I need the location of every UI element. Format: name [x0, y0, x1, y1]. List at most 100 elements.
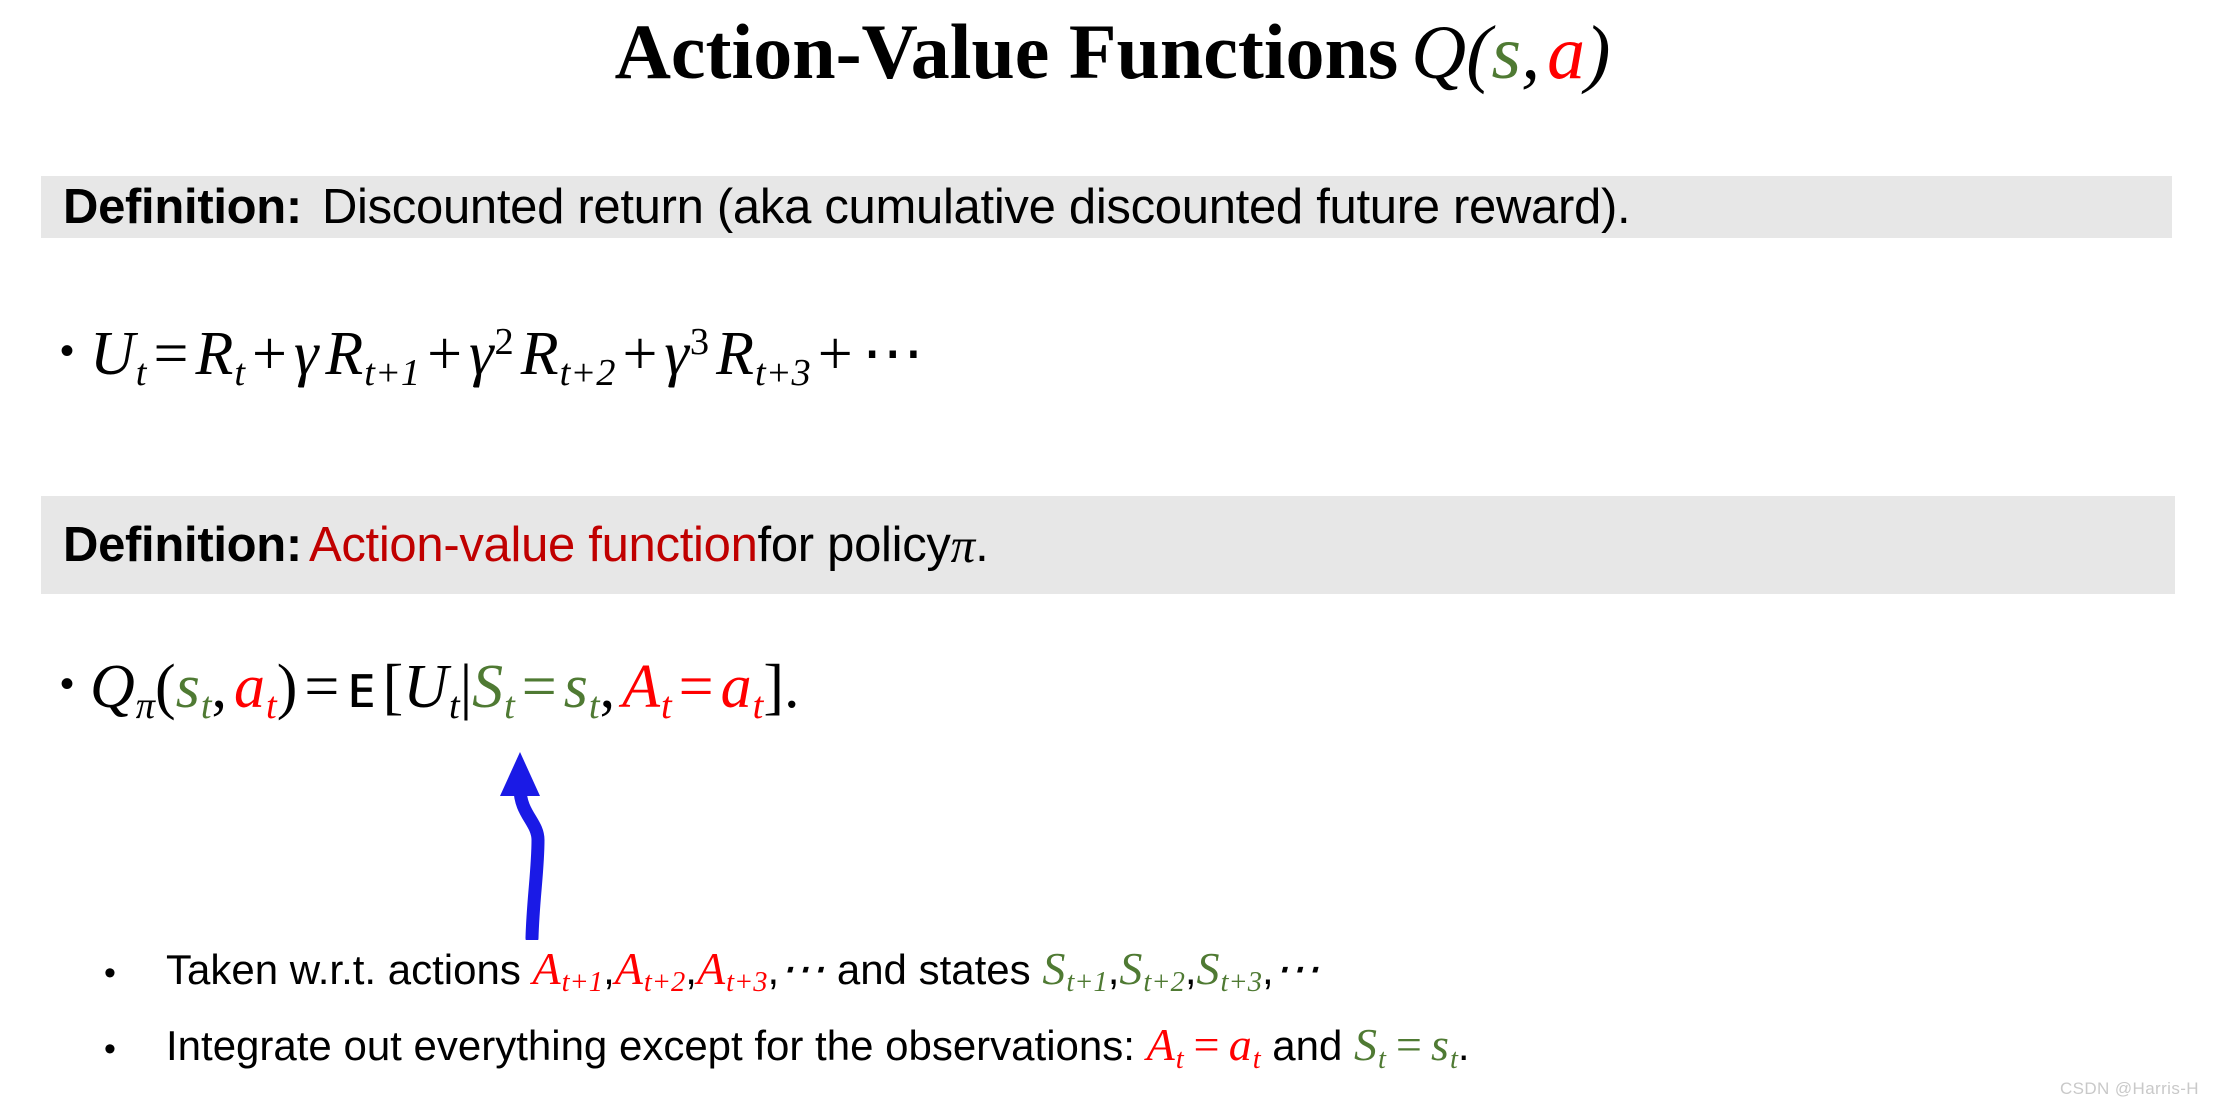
title-state-symbol: s — [1491, 11, 1522, 95]
note-2-content: Integrate out everything except for the … — [166, 1014, 1470, 1090]
watermark: CSDN @Harris-H — [2059, 1079, 2199, 1098]
definition-label-2: Definition: — [63, 518, 302, 572]
formula2-action-value-a-subscript: t — [752, 684, 764, 727]
note-1-comma-1: , — [603, 946, 615, 993]
definition-band-action-value-function: Definition: Action-value function for po… — [41, 496, 2175, 594]
formula2-U-subscript: t — [449, 684, 460, 727]
note-1-comma-4: , — [1107, 946, 1120, 993]
formula1-gamma-3-exponent: 3 — [689, 321, 710, 363]
formula1-equals: = — [153, 319, 189, 388]
note-2-prefix: Integrate out everything except for the … — [166, 1022, 1147, 1070]
note-1-state-2: St+2 — [1119, 943, 1185, 999]
formula1-R1-subscript: t+1 — [364, 351, 421, 394]
expectation-pointer-arrow-icon — [500, 752, 545, 940]
formula2-action-value-a: a — [720, 653, 752, 721]
formula2-action-equals: = — [678, 653, 714, 721]
note-1-state-3: St+3 — [1196, 943, 1262, 999]
note-2-equals-1: = — [1190, 1019, 1222, 1071]
definition-text-1: Discounted return (aka cumulative discou… — [321, 180, 1631, 234]
note-1-prefix: Taken w.r.t. actions — [166, 946, 533, 993]
formula1-U-subscript: t — [135, 351, 147, 394]
formula1-U: U — [90, 319, 135, 388]
note-1-action-1: At+1 — [532, 943, 604, 999]
note-2-state-s: st — [1431, 1019, 1458, 1075]
note-2-period: . — [1457, 1022, 1470, 1070]
formula2-conditional-bar: | — [459, 653, 473, 721]
note-1-content: Taken w.r.t. actions At+1,At+2,At+3,⋯ an… — [166, 938, 1320, 1014]
formula2-close-paren: ) — [276, 653, 298, 721]
note-1-comma-2: , — [685, 946, 697, 993]
formula2-action-a: a — [234, 653, 266, 721]
note-2-middle: and — [1260, 1022, 1355, 1070]
bullet-marker: • — [60, 662, 75, 706]
formula1-R1: R — [325, 319, 364, 388]
definition-period-2: . — [975, 518, 989, 572]
bullet-marker: • — [104, 954, 116, 992]
policy-pi-symbol: π — [950, 517, 976, 573]
formula1-ellipsis: ⋯ — [861, 319, 924, 388]
formula2-comma-1: , — [211, 653, 228, 721]
formula2-action-a-subscript: t — [266, 684, 277, 727]
formula1-R0: R — [195, 319, 234, 388]
note-1-comma-3: , — [767, 946, 780, 993]
formula1-R2-subscript: t+2 — [559, 351, 616, 394]
page-title: Action-Value Functions Q(s,a) — [0, 2, 2225, 103]
formula1-gamma-2: γ — [469, 319, 494, 388]
formula2-state-s: s — [175, 653, 200, 721]
formula1-R3: R — [716, 319, 754, 388]
definition-tail-text-2: for policy — [757, 518, 951, 572]
note-2-action-A: At — [1146, 1019, 1184, 1075]
formula1-plus-1: + — [252, 319, 287, 388]
formula1-plus-3: + — [622, 319, 658, 388]
definition-accent-text-2: Action-value function — [308, 518, 758, 572]
notes-list: • Taken w.r.t. actions At+1,At+2,At+3,⋯ … — [104, 938, 2104, 1091]
note-1-comma-6: , — [1261, 946, 1274, 993]
formula1-R0-subscript: t — [234, 351, 246, 394]
title-q-symbol: Q — [1411, 11, 1467, 95]
note-1-state-1: St+1 — [1042, 943, 1108, 999]
formula-discounted-return: • Ut = Rt + γ Rt+1 + γ2 Rt+2 + γ3 Rt+3 + ⋯ — [60, 296, 926, 419]
formula1-gamma-1: γ — [293, 319, 319, 388]
title-math-expression: Q(s,a) — [1411, 11, 1610, 95]
title-close-paren: ) — [1585, 11, 1611, 95]
formula2-period: . — [783, 653, 800, 721]
formula2-open-bracket: [ — [382, 653, 404, 721]
title-comma: , — [1521, 11, 1541, 95]
formula2-Action-A: A — [622, 653, 660, 721]
definition-band-discounted-return: Definition: Discounted return (aka cumul… — [41, 176, 2172, 238]
list-item: • Integrate out everything except for th… — [104, 1014, 2104, 1090]
note-2-action-a: at — [1228, 1019, 1261, 1075]
note-1-action-3: At+3 — [696, 943, 768, 999]
formula2-close-bracket: ] — [763, 653, 784, 721]
formula2-U: U — [403, 653, 448, 721]
formula2-Q-subscript-pi: π — [135, 684, 156, 727]
formula2-state-s-subscript: t — [200, 684, 212, 727]
formula2-Action-A-subscript: t — [660, 684, 672, 727]
bullet-marker: • — [104, 1030, 116, 1069]
formula2-comma-2: , — [599, 653, 616, 721]
formula1-gamma-2-exponent: 2 — [494, 321, 514, 363]
formula1-gamma-3: γ — [664, 319, 689, 388]
title-open-paren: ( — [1466, 11, 1492, 95]
title-action-symbol: a — [1547, 11, 1586, 95]
formula1-plus-4: + — [817, 319, 853, 388]
formula1-plus-2: + — [427, 319, 463, 388]
note-1-middle: and states — [825, 946, 1043, 993]
formula2-open-paren: ( — [155, 653, 176, 721]
list-item: • Taken w.r.t. actions At+1,At+2,At+3,⋯ … — [104, 938, 2104, 1014]
note-2-equals-2: = — [1392, 1019, 1425, 1071]
definition-label-1: Definition: — [63, 180, 302, 234]
formula2-equals: = — [304, 653, 340, 721]
note-1-ellipsis-1: ⋯ — [779, 943, 826, 994]
formula2-Q: Q — [90, 653, 135, 721]
note-1-ellipsis-2: ⋯ — [1273, 943, 1320, 994]
bullet-marker: • — [60, 328, 75, 373]
formula1-R2: R — [520, 319, 559, 388]
expectation-operator-symbol: ᴇ — [346, 653, 376, 722]
note-2-state-S: St — [1354, 1019, 1386, 1075]
note-1-comma-5: , — [1184, 946, 1197, 993]
note-1-action-2: At+2 — [614, 943, 686, 999]
formula1-R3-subscript: t+3 — [754, 351, 811, 394]
formula-action-value-function: • Qπ(st, at) = ᴇ [Ut|St = st, At = at]. — [60, 636, 799, 754]
title-text: Action-Value Functions — [614, 8, 1399, 95]
